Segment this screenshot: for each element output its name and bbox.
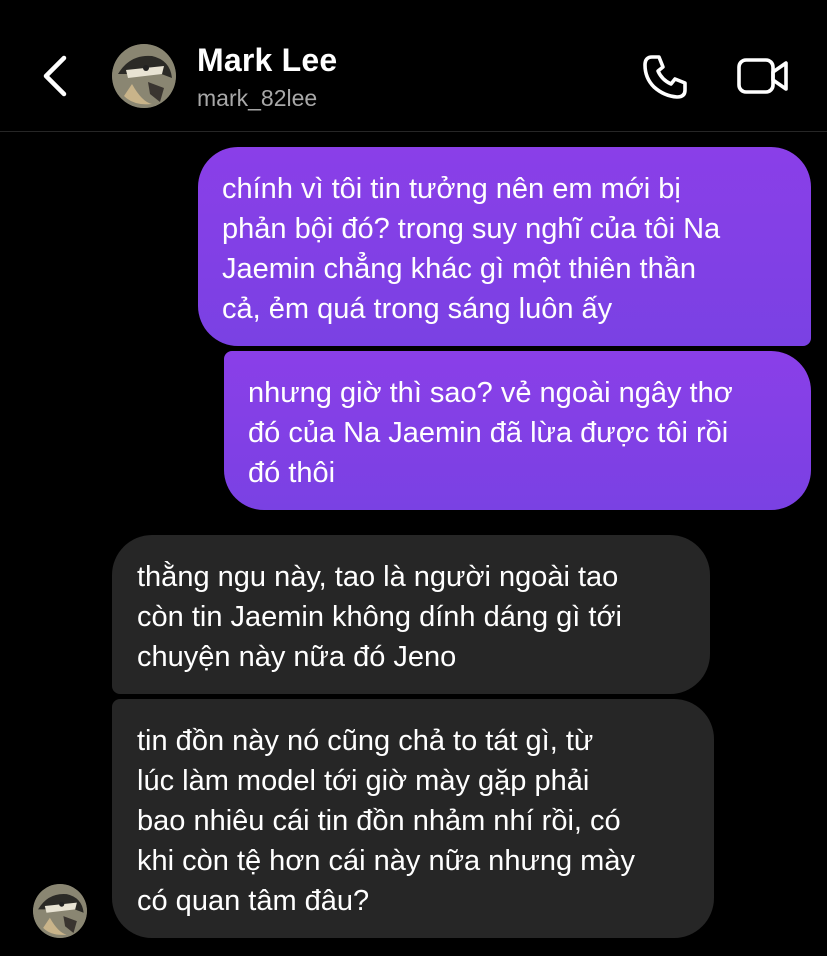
contact-name[interactable]: Mark Lee (197, 42, 337, 79)
phone-icon (643, 55, 687, 99)
audio-call-button[interactable] (640, 52, 690, 102)
message-text: thằng ngu này, tao là người ngoài tao cò… (137, 561, 622, 673)
sent-message-bubble[interactable]: nhưng giờ thì sao? vẻ ngoài ngây thơ đó … (224, 351, 811, 510)
chat-header: Mark Lee mark_82lee (0, 0, 827, 132)
video-camera-icon (737, 58, 788, 94)
video-call-button[interactable] (736, 52, 790, 100)
received-message-bubble[interactable]: thằng ngu này, tao là người ngoài tao cò… (112, 535, 710, 694)
message-text: nhưng giờ thì sao? vẻ ngoài ngây thơ đó … (248, 377, 733, 489)
message-text: tin đồn này nó cũng chả to tát gì, từ lú… (137, 725, 635, 917)
sent-message-bubble[interactable]: chính vì tôi tin tưởng nên em mới bị phả… (198, 147, 811, 346)
contact-avatar[interactable] (112, 44, 176, 108)
received-message-bubble[interactable]: tin đồn này nó cũng chả to tát gì, từ lú… (112, 699, 714, 938)
contact-username[interactable]: mark_82lee (197, 85, 317, 112)
sender-avatar[interactable] (33, 884, 87, 938)
message-text: chính vì tôi tin tưởng nên em mới bị phả… (222, 173, 721, 325)
chevron-left-icon (43, 55, 67, 97)
back-button[interactable] (36, 52, 76, 100)
